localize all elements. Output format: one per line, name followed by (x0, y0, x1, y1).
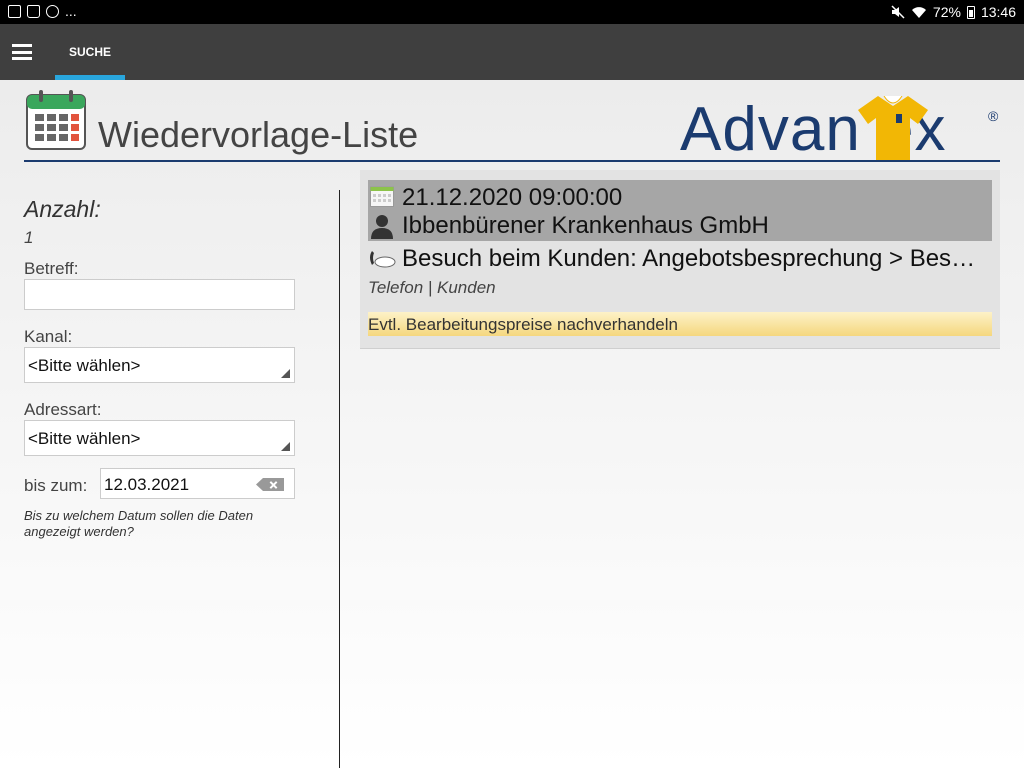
sync-icon (46, 4, 59, 18)
tshirt-logo-icon (858, 96, 928, 160)
status-bar: ... 72% 13:46 (0, 0, 1024, 24)
address-type-select[interactable]: <Bitte wählen> (24, 420, 295, 456)
subject-label: Betreff: (24, 259, 79, 278)
subject-input[interactable] (24, 279, 295, 310)
status-bar-left: ... (8, 4, 77, 18)
menu-icon[interactable] (12, 44, 32, 60)
status-bar-right: 72% 13:46 (891, 4, 1016, 20)
registered-mark: ® (988, 108, 999, 124)
calendar-icon (370, 186, 394, 207)
date-value: 12.03.2021 (104, 475, 190, 494)
result-date: 21.12.2020 09:00:00 (402, 184, 623, 211)
page-title: Wiedervorlage-Liste (98, 114, 419, 155)
result-card[interactable]: 21.12.2020 09:00:00 Ibbenbürener Kranken… (360, 170, 1000, 349)
date-label: bis zum: (24, 476, 88, 495)
advantex-logo: Advan ex ® (680, 88, 1000, 164)
channel-label: Kanal: (24, 327, 73, 346)
result-subject: Besuch beim Kunden: Angebotsbesprechung … (402, 245, 988, 272)
content-area: Wiedervorlage-Liste Advan ex ® Anzahl: 1… (0, 80, 1024, 768)
calendar-icon (26, 90, 86, 150)
tab-suche[interactable]: SUCHE (55, 24, 125, 80)
clipboard-icon (27, 4, 40, 18)
clear-icon[interactable] (256, 478, 284, 491)
person-icon (371, 215, 393, 239)
address-type-label: Adressart: (24, 400, 102, 419)
image-icon (8, 4, 21, 18)
app-bar: SUCHE (0, 24, 1024, 80)
clock: 13:46 (980, 4, 1016, 20)
result-card-header: 21.12.2020 09:00:00 Ibbenbürener Kranken… (368, 180, 992, 241)
result-company: Ibbenbürener Krankenhaus GmbH (402, 212, 769, 239)
header-divider (24, 160, 1000, 162)
battery-percent: 72% (932, 4, 961, 20)
date-input[interactable]: 12.03.2021 (100, 468, 295, 499)
result-note: Evtl. Bearbeitungspreise nachverhandeln (368, 312, 992, 336)
battery-icon (966, 5, 975, 19)
date-hint: Bis zu welchem Datum sollen die Daten an… (24, 508, 254, 539)
phone-icon (370, 251, 396, 268)
panel-divider (339, 190, 340, 768)
result-meta: Telefon | Kunden (368, 278, 496, 297)
count-label: Anzahl: (24, 196, 101, 222)
count-value: 1 (24, 228, 34, 247)
wifi-icon (911, 7, 926, 18)
channel-select[interactable]: <Bitte wählen> (24, 347, 295, 383)
notification-overflow: ... (65, 3, 77, 19)
mute-icon (891, 5, 905, 19)
